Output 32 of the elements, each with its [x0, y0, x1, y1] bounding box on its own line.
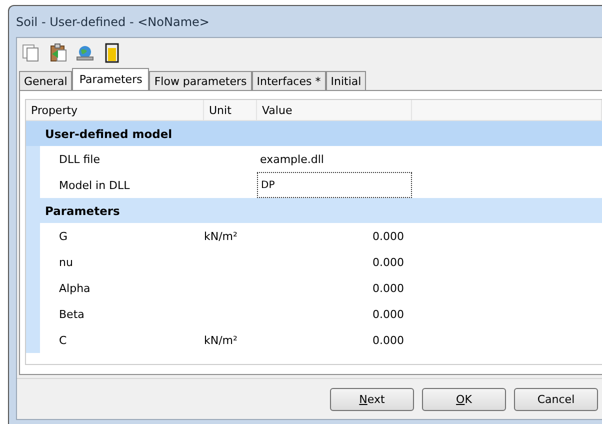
- value-field[interactable]: example.dll: [257, 146, 412, 172]
- column-header: Unit: [204, 100, 257, 120]
- column-header: Value: [257, 100, 412, 120]
- globe-icon[interactable]: [75, 43, 95, 63]
- property-name: Alpha: [59, 282, 90, 294]
- tab[interactable]: General: [19, 71, 72, 90]
- property-name: C: [59, 334, 67, 346]
- window-title: Soil - User-defined - <NoName>: [16, 14, 210, 28]
- tab[interactable]: Parameters: [72, 68, 150, 90]
- column-header: Property: [26, 100, 204, 120]
- property-name: nu: [59, 256, 73, 268]
- group-header: Parameters: [45, 204, 120, 218]
- paste-icon[interactable]: [48, 43, 68, 63]
- value-field[interactable]: 0.000: [257, 301, 412, 327]
- dialog-button[interactable]: Next: [330, 388, 414, 410]
- value-field[interactable]: 0.000: [257, 275, 412, 301]
- copy-icon[interactable]: [21, 43, 41, 63]
- unit-label: kN/m²: [204, 230, 238, 242]
- value-field[interactable]: 0.000: [257, 249, 412, 275]
- property-name: G: [59, 230, 68, 242]
- dialog-button[interactable]: Cancel: [514, 388, 598, 410]
- unit-label: kN/m²: [204, 334, 238, 346]
- dialog-button[interactable]: OK: [422, 388, 506, 410]
- property-name: Model in DLL: [59, 178, 130, 192]
- value-field[interactable]: 0.000: [257, 223, 412, 249]
- tab[interactable]: Interfaces *: [252, 71, 326, 90]
- tab[interactable]: Flow parameters: [149, 71, 252, 90]
- property-name: DLL file: [59, 152, 100, 166]
- tab[interactable]: Initial: [326, 71, 366, 90]
- group-header: User-defined model: [45, 126, 172, 140]
- value-field[interactable]: 0.000: [257, 327, 412, 353]
- property-name: Beta: [59, 308, 84, 320]
